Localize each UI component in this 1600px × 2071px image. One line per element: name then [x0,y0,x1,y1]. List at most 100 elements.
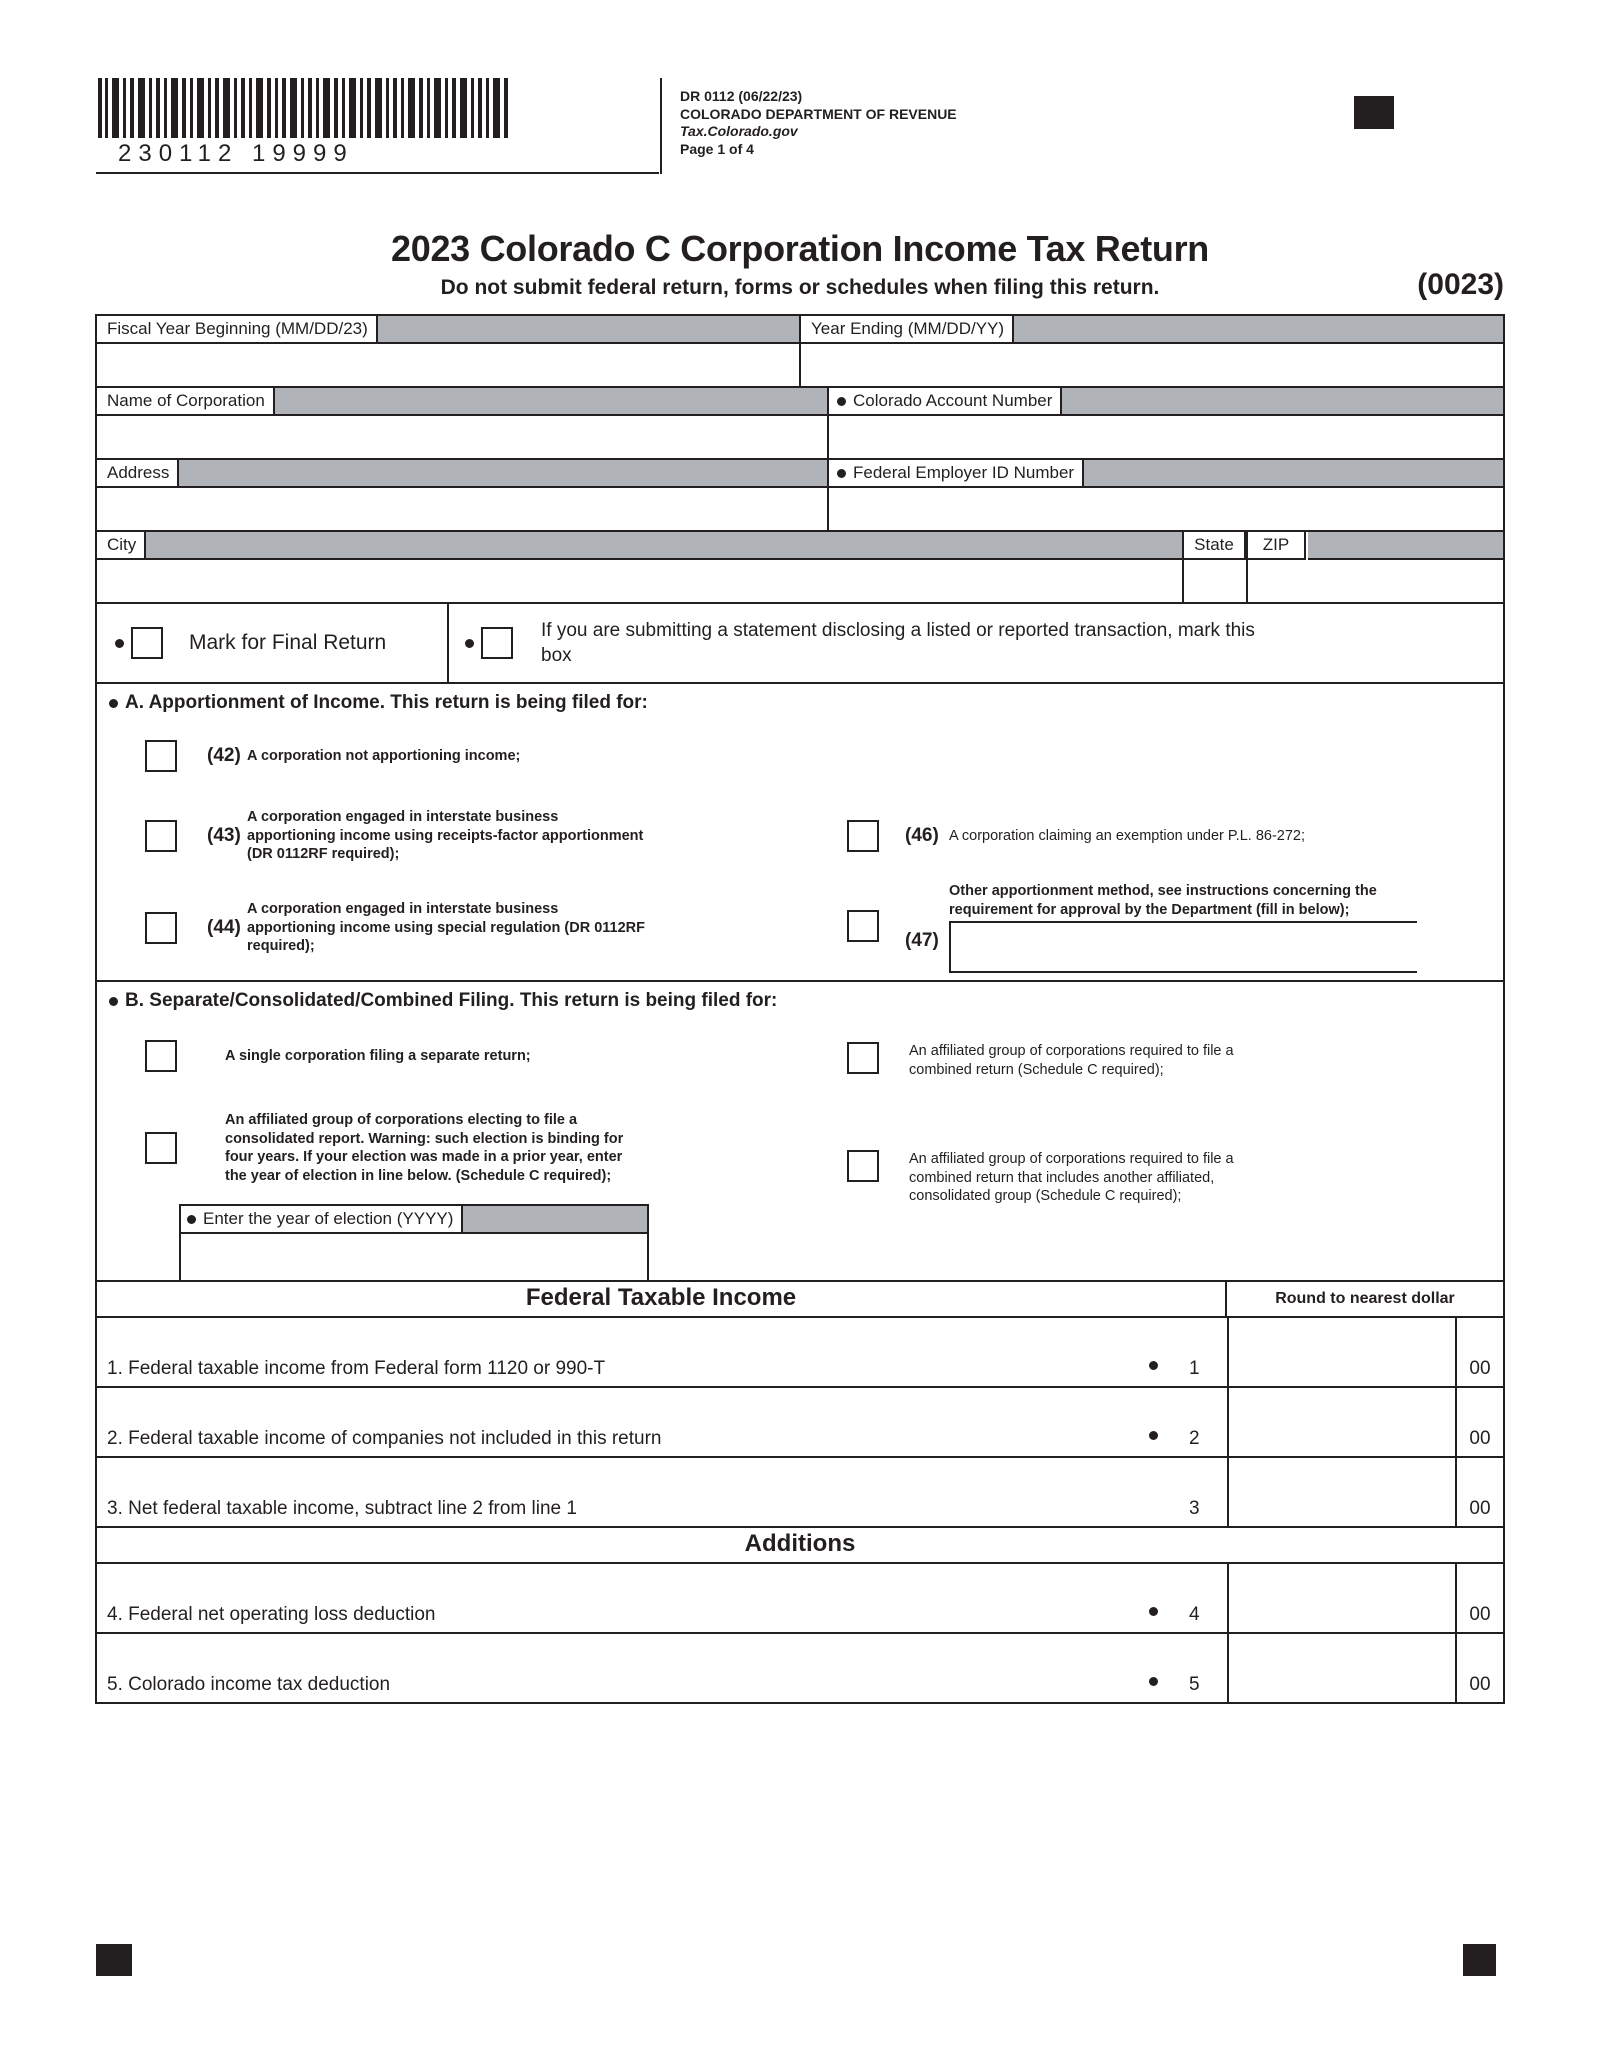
year-ending-label-box: Year Ending (MM/DD/YY) [799,314,1015,344]
field-marker-dot-icon [837,468,846,478]
zip-label: ZIP [1262,535,1290,554]
option-43-checkbox[interactable] [145,820,177,852]
field-marker-dot-icon [1149,1607,1158,1616]
separate-return-row: A single corporation filing a separate r… [97,1020,817,1092]
section-b-heading: B. Separate/Consolidated/Combined Filing… [125,990,778,1011]
table-row: 3. Net federal taxable income, subtract … [97,1458,1503,1528]
section-a-right-column: (46) A corporation claiming an exemption… [817,722,1503,974]
year-of-election-input[interactable] [433,1204,647,1234]
zip-cell: ZIP [1246,530,1503,602]
colorado-account-number-label: Colorado Account Number [853,391,1053,410]
address-input[interactable] [169,458,827,488]
fiscal-year-beginning-input[interactable] [325,314,799,344]
option-47-number: (47) [905,930,939,951]
option-43-label: A corporation engaged in interstate busi… [247,809,644,863]
state-label: State [1194,535,1234,554]
line-4-number: 4 [1189,1604,1200,1625]
name-of-corporation-label: Name of Corporation [107,391,265,410]
barcode-block: 230112 19999 [96,78,659,174]
line-5-row: 5. Colorado income tax deduction 5 00 [97,1634,1503,1702]
line-1-cents: 00 [1455,1318,1503,1386]
line-2-amount-input[interactable] [1227,1388,1455,1456]
section-marker-dot-icon [109,996,118,1006]
line-2-marker [1149,1427,1189,1456]
section-b-heading-row: B. Separate/Consolidated/Combined Filing… [97,980,1503,1020]
agency-name: COLORADO DEPARTMENT OF REVENUE [680,105,957,122]
option-47-label: Other apportionment method, see instruct… [949,883,1377,918]
listed-transaction-cell: If you are submitting a statement disclo… [449,604,1503,682]
federal-employer-id-label-box: Federal Employer ID Number [827,458,1085,488]
final-return-label: Mark for Final Return [189,631,387,654]
line-5-amount-input[interactable] [1227,1634,1455,1702]
option-46-label: A corporation claiming an exemption unde… [949,827,1306,844]
option-43-number: (43) [207,825,241,846]
consolidated-report-checkbox[interactable] [145,1132,177,1164]
table-row: 1. Federal taxable income from Federal f… [97,1318,1503,1388]
address-label-box: Address [95,458,180,488]
option-47-row: (47) Other apportionment method, see ins… [817,882,1503,974]
form-body: Fiscal Year Beginning (MM/DD/23) Year En… [95,314,1505,1704]
barcode-number: 230112 19999 [118,140,354,167]
line-5-marker [1149,1673,1189,1702]
additions-band-label: Additions [744,1530,856,1557]
option-44-row: (44) A corporation engaged in interstate… [97,882,817,974]
line-2-description: 2. Federal taxable income of companies n… [107,1428,662,1449]
name-of-corporation-input[interactable] [262,386,827,416]
section-marker-dot-icon [109,698,118,708]
header-rule [96,172,659,174]
form-code: (0023) [1417,268,1504,301]
final-return-checkbox[interactable] [131,627,163,659]
federal-taxable-income-band-label: Federal Taxable Income [97,1282,1227,1316]
option-42-checkbox[interactable] [145,740,177,772]
round-to-nearest-dollar-label: Round to nearest dollar [1275,1290,1455,1307]
band-federal-taxable-income: Federal Taxable Income Round to nearest … [97,1280,1503,1318]
city-input[interactable] [143,530,1182,560]
consolidated-report-row: An affiliated group of corporations elec… [97,1092,817,1204]
row-city-state-zip: City State ZIP [95,530,1503,604]
line-4-cents: 00 [1455,1564,1503,1632]
combined-return-affiliated-checkbox[interactable] [847,1150,879,1182]
section-a-heading-wrap: A. Apportionment of Income. This return … [97,684,648,722]
section-a-left-column: (42) A corporation not apportioning inco… [97,722,817,974]
line-1-number: 1 [1189,1358,1200,1379]
line-3-amount-input[interactable] [1227,1458,1455,1526]
row-fiscal-year: Fiscal Year Beginning (MM/DD/23) Year En… [95,314,1503,388]
line-5-cents: 00 [1455,1634,1503,1702]
separate-return-checkbox[interactable] [145,1040,177,1072]
separate-return-label: A single corporation filing a separate r… [225,1047,531,1064]
page-title: 2023 Colorado C Corporation Income Tax R… [391,228,1209,269]
line-4-amount-input[interactable] [1227,1564,1455,1632]
year-ending-input[interactable] [1006,314,1503,344]
fiscal-year-beginning-label-box: Fiscal Year Beginning (MM/DD/23) [95,314,378,344]
section-a-heading-row: A. Apportionment of Income. This return … [97,684,1503,722]
line-2-number: 2 [1189,1428,1200,1449]
listed-transaction-checkbox[interactable] [481,627,513,659]
federal-employer-id-label: Federal Employer ID Number [853,463,1075,482]
combined-return-row: An affiliated group of corporations requ… [817,1028,1503,1128]
zip-input[interactable] [1308,530,1503,560]
tax-form-page: 230112 19999 DR 0112 (06/22/23) COLORADO… [0,0,1600,2071]
field-marker-dot-icon [1149,1361,1158,1370]
option-46-checkbox[interactable] [847,820,879,852]
line-3-marker [1149,1515,1189,1526]
option-42-number: (42) [207,745,241,766]
line-1-marker [1149,1357,1189,1386]
combined-return-checkbox[interactable] [847,1042,879,1074]
year-ending-cell: Year Ending (MM/DD/YY) [799,314,1503,386]
year-of-election-cell: Enter the year of election (YYYY) [179,1204,649,1280]
option-47-checkbox[interactable] [847,910,879,942]
registration-mark-bottom-right [1463,1944,1496,1976]
address-cell: Address [95,458,829,530]
line-1-amount-input[interactable] [1227,1318,1455,1386]
field-marker-dot-icon [465,638,474,648]
year-of-election-block: Enter the year of election (YYYY) [97,1204,817,1280]
option-44-label: A corporation engaged in interstate busi… [247,901,646,955]
section-a-options-row: (42) A corporation not apportioning inco… [97,722,1503,980]
table-row: 2. Federal taxable income of companies n… [97,1388,1503,1458]
option-44-checkbox[interactable] [145,912,177,944]
other-apportionment-method-input[interactable] [949,921,1417,973]
line-2-cents: 00 [1455,1388,1503,1456]
line-2-row: 2. Federal taxable income of companies n… [97,1388,1503,1456]
city-label-box: City [95,530,147,560]
listed-transaction-label: If you are submitting a statement disclo… [541,620,1255,666]
